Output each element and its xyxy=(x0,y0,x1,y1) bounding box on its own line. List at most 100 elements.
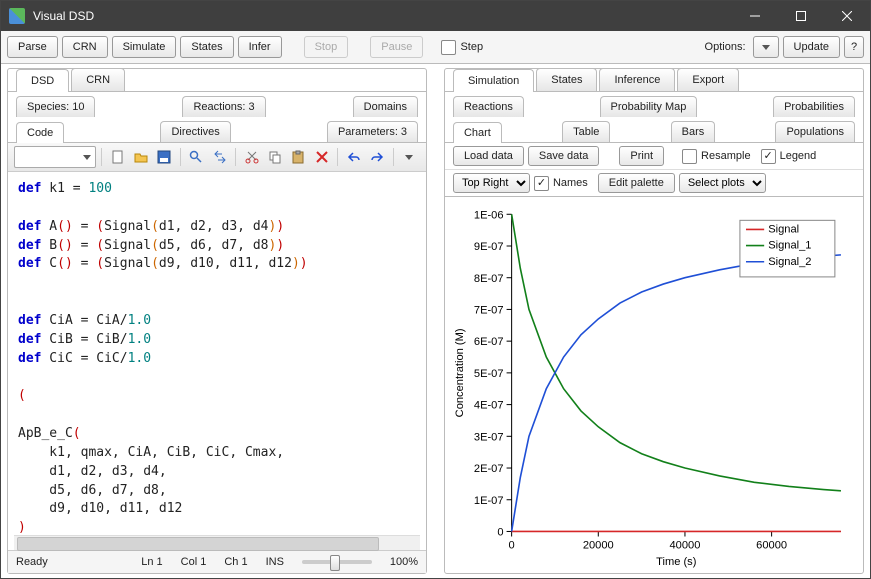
main-body: DSD CRN Species: 10 Reactions: 3 Domains… xyxy=(1,64,870,578)
crn-button[interactable]: CRN xyxy=(62,36,108,58)
status-col: Col 1 xyxy=(181,556,207,568)
paste-icon[interactable] xyxy=(288,146,309,168)
names-checkbox[interactable] xyxy=(534,176,549,191)
left-subtabs-top: Species: 10 Reactions: 3 Domains xyxy=(8,92,426,117)
status-zoom: 100% xyxy=(390,556,418,568)
redo-icon[interactable] xyxy=(367,146,388,168)
status-line: Ln 1 xyxy=(141,556,162,568)
open-file-icon[interactable] xyxy=(130,146,151,168)
chart[interactable]: 01E-072E-073E-074E-075E-076E-077E-078E-0… xyxy=(445,197,863,573)
legend-checkbox-label[interactable]: Legend xyxy=(761,149,817,164)
subtab-reactions[interactable]: Reactions: 3 xyxy=(182,96,265,117)
chevron-down-icon xyxy=(762,45,770,50)
svg-text:Time (s): Time (s) xyxy=(656,556,697,568)
right-panel: Simulation States Inference Export React… xyxy=(444,68,864,574)
svg-text:20000: 20000 xyxy=(583,540,614,552)
delete-icon[interactable] xyxy=(311,146,332,168)
new-file-icon[interactable] xyxy=(107,146,128,168)
window-title: Visual DSD xyxy=(33,9,732,23)
help-button[interactable]: ? xyxy=(844,36,864,58)
svg-text:8E-07: 8E-07 xyxy=(474,273,504,285)
svg-text:60000: 60000 xyxy=(756,540,787,552)
subtab-bars[interactable]: Bars xyxy=(671,121,716,142)
cut-icon[interactable] xyxy=(241,146,262,168)
replace-icon[interactable] xyxy=(209,146,230,168)
editor-quick-dropdown[interactable] xyxy=(14,146,96,168)
save-data-button[interactable]: Save data xyxy=(528,146,600,166)
print-button[interactable]: Print xyxy=(619,146,664,166)
legend-checkbox[interactable] xyxy=(761,149,776,164)
options-dropdown[interactable] xyxy=(753,36,779,58)
subtab-chart[interactable]: Chart xyxy=(453,122,502,143)
states-button[interactable]: States xyxy=(180,36,233,58)
minimize-button[interactable] xyxy=(732,1,778,31)
svg-text:Signal: Signal xyxy=(768,223,799,235)
options-label: Options: xyxy=(705,41,746,53)
tab-export[interactable]: Export xyxy=(677,68,739,91)
left-subtabs-bottom: Code Directives Parameters: 3 xyxy=(8,117,426,143)
window-controls xyxy=(732,1,870,31)
right-subtabs-top: Reactions Probability Map Probabilities xyxy=(445,92,863,117)
chart-svg: 01E-072E-073E-074E-075E-076E-077E-078E-0… xyxy=(449,203,853,569)
legend-position-select[interactable]: Top Right xyxy=(453,173,530,193)
subtab-populations[interactable]: Populations xyxy=(775,121,855,142)
subtab-code[interactable]: Code xyxy=(16,122,64,143)
pause-button[interactable]: Pause xyxy=(370,36,423,58)
tab-dsd[interactable]: DSD xyxy=(16,69,69,92)
tab-simulation[interactable]: Simulation xyxy=(453,69,534,92)
load-data-button[interactable]: Load data xyxy=(453,146,524,166)
edit-palette-button[interactable]: Edit palette xyxy=(598,173,675,193)
panel-splitter[interactable] xyxy=(433,68,438,574)
tab-states[interactable]: States xyxy=(536,68,597,91)
step-checkbox-label[interactable]: Step xyxy=(441,40,483,55)
svg-text:2E-07: 2E-07 xyxy=(474,463,504,475)
names-checkbox-label[interactable]: Names xyxy=(534,176,588,191)
maximize-button[interactable] xyxy=(778,1,824,31)
subtab-reactions2[interactable]: Reactions xyxy=(453,96,524,117)
infer-button[interactable]: Infer xyxy=(238,36,282,58)
undo-icon[interactable] xyxy=(343,146,364,168)
svg-text:40000: 40000 xyxy=(669,540,700,552)
scrollbar-thumb[interactable] xyxy=(17,537,379,551)
parse-button[interactable]: Parse xyxy=(7,36,58,58)
svg-text:1E-06: 1E-06 xyxy=(474,209,504,221)
subtab-table[interactable]: Table xyxy=(562,121,610,142)
svg-text:0: 0 xyxy=(508,540,514,552)
step-checkbox[interactable] xyxy=(441,40,456,55)
svg-text:5E-07: 5E-07 xyxy=(474,368,504,380)
update-button[interactable]: Update xyxy=(783,36,840,58)
subtab-probs[interactable]: Probabilities xyxy=(773,96,855,117)
save-file-icon[interactable] xyxy=(154,146,175,168)
svg-text:Signal_1: Signal_1 xyxy=(768,240,811,252)
select-plots-dropdown[interactable]: Select plots xyxy=(679,173,766,193)
toolbar-overflow-icon[interactable] xyxy=(399,146,420,168)
editor-hscrollbar[interactable] xyxy=(14,535,420,550)
stop-button[interactable]: Stop xyxy=(304,36,349,58)
subtab-species[interactable]: Species: 10 xyxy=(16,96,95,117)
svg-text:7E-07: 7E-07 xyxy=(474,304,504,316)
main-toolbar: Parse CRN Simulate States Infer Stop Pau… xyxy=(1,31,870,64)
subtab-probmap[interactable]: Probability Map xyxy=(600,96,698,117)
subtab-directives[interactable]: Directives xyxy=(160,121,230,142)
svg-text:0: 0 xyxy=(497,527,503,539)
simulate-button[interactable]: Simulate xyxy=(112,36,177,58)
zoom-slider[interactable] xyxy=(302,560,372,564)
svg-text:Concentration (M): Concentration (M) xyxy=(454,328,466,417)
find-icon[interactable] xyxy=(186,146,207,168)
titlebar: Visual DSD xyxy=(1,1,870,31)
app-icon xyxy=(9,8,25,24)
subtab-parameters[interactable]: Parameters: 3 xyxy=(327,121,418,142)
status-ready: Ready xyxy=(16,556,48,568)
resample-checkbox[interactable] xyxy=(682,149,697,164)
chart-toolbar-1: Load data Save data Print Resample Legen… xyxy=(445,143,863,170)
chart-area: 01E-072E-073E-074E-075E-076E-077E-078E-0… xyxy=(445,197,863,573)
close-button[interactable] xyxy=(824,1,870,31)
slider-thumb[interactable] xyxy=(330,555,340,571)
tab-crn[interactable]: CRN xyxy=(71,68,125,91)
resample-checkbox-label[interactable]: Resample xyxy=(682,149,751,164)
code-editor[interactable]: def k1 = 100 def A() = (Signal(d1, d2, d… xyxy=(8,172,426,535)
tab-inference[interactable]: Inference xyxy=(599,68,675,91)
editor-toolbar xyxy=(8,143,426,172)
copy-icon[interactable] xyxy=(265,146,286,168)
subtab-domains[interactable]: Domains xyxy=(353,96,418,117)
